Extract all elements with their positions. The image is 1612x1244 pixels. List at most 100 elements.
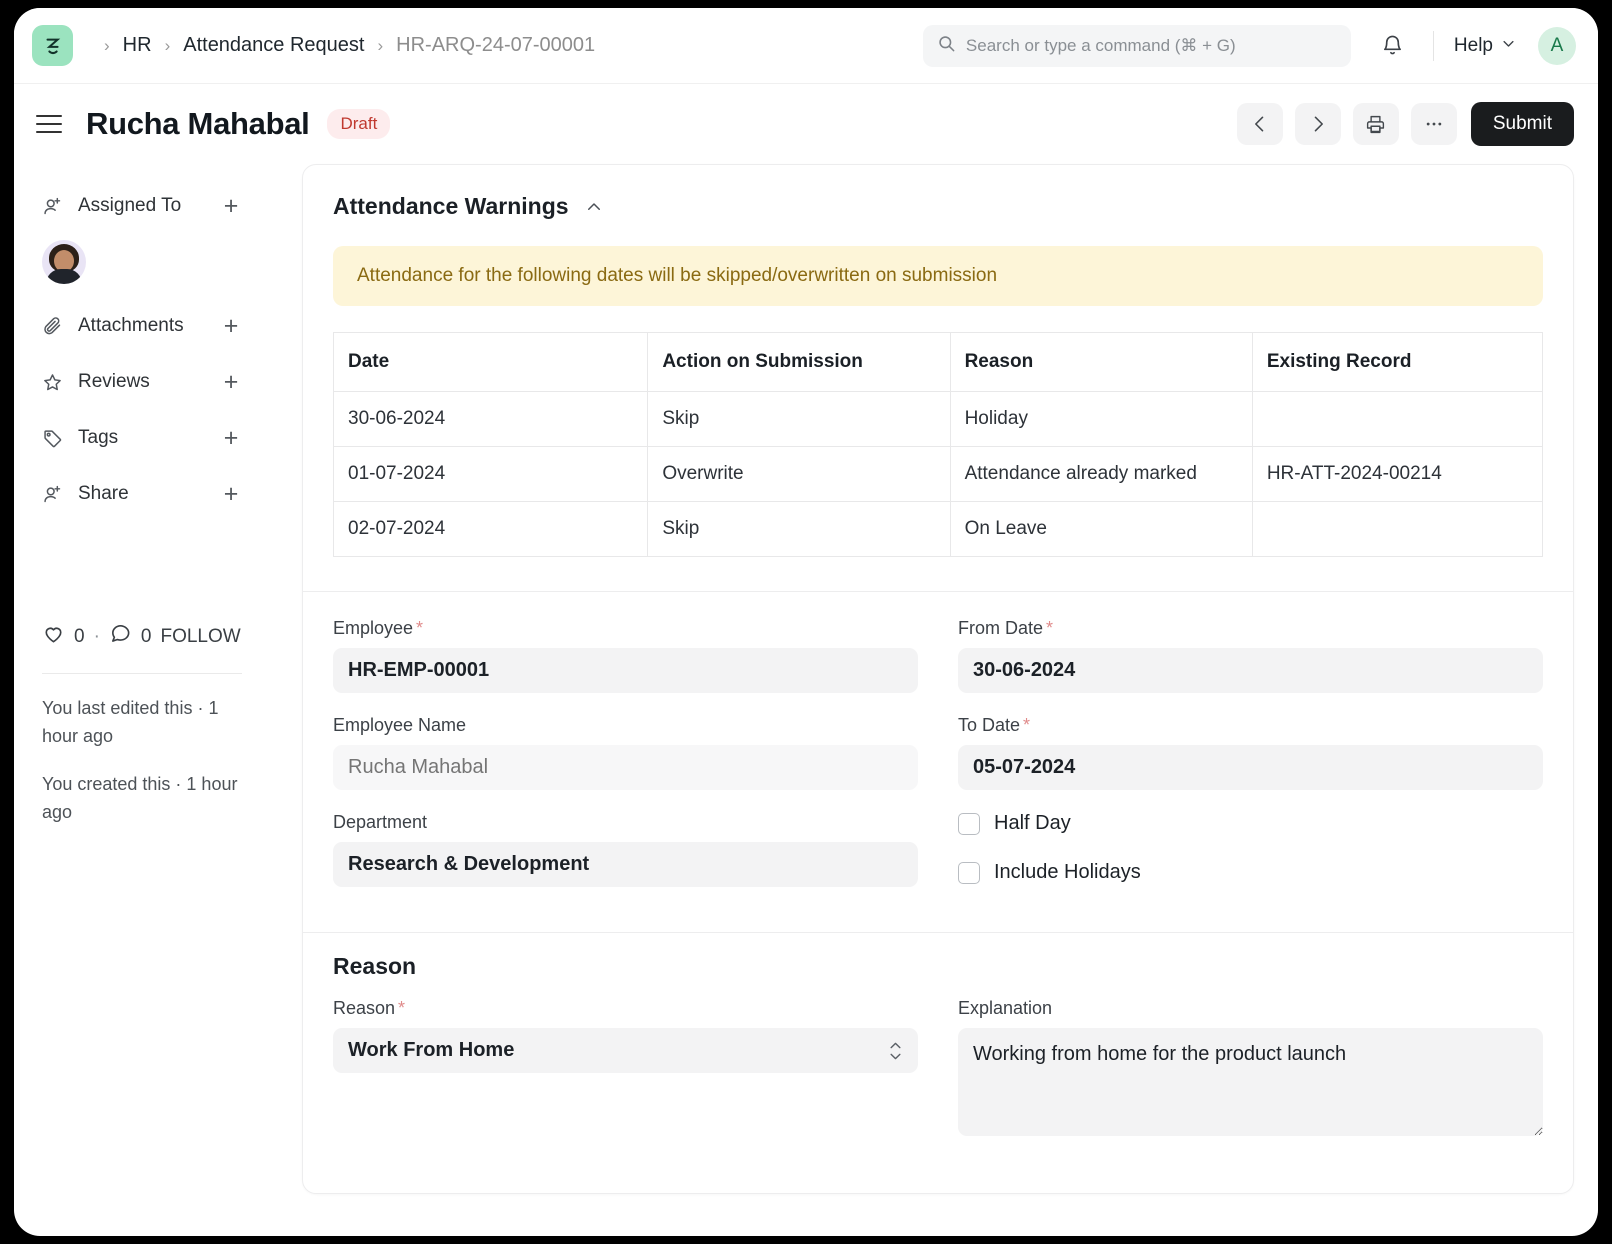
hamburger-icon[interactable]	[36, 107, 70, 141]
add-assignee-button[interactable]: +	[220, 194, 242, 219]
breadcrumb-item-current: HR-ARQ-24-07-00001	[396, 34, 595, 57]
ellipsis-icon	[1424, 114, 1444, 134]
label-text: Reason	[333, 998, 395, 1018]
cell-reason: Attendance already marked	[950, 447, 1252, 502]
sidebar-item-tags[interactable]: Tags +	[42, 410, 242, 466]
reason-select-wrapper[interactable]	[333, 1028, 918, 1073]
star-icon	[42, 372, 66, 393]
employee-name-field[interactable]	[333, 745, 918, 790]
label-employee: Employee*	[333, 618, 918, 639]
from-date-field[interactable]	[958, 648, 1543, 693]
follow-button[interactable]: FOLLOW	[160, 626, 240, 648]
field-include-holidays[interactable]: Include Holidays	[958, 861, 1543, 884]
page-title: Rucha Mahabal	[86, 106, 309, 142]
chevron-up-icon[interactable]	[585, 198, 603, 216]
sidebar-item-reviews[interactable]: Reviews +	[42, 354, 242, 410]
department-field[interactable]	[333, 842, 918, 887]
prev-document-button[interactable]	[1237, 103, 1283, 145]
label-department: Department	[333, 812, 918, 833]
comment-count: 0	[141, 626, 152, 648]
add-tag-button[interactable]: +	[220, 426, 242, 451]
sidebar-item-attachments[interactable]: Attachments +	[42, 298, 242, 354]
tag-icon	[42, 428, 66, 449]
cell-existing-record: HR-ATT-2024-00214	[1252, 447, 1542, 502]
attendance-warnings-header[interactable]: Attendance Warnings	[333, 193, 1543, 220]
sidebar-item-label: Reviews	[78, 371, 220, 393]
comment-icon[interactable]	[109, 622, 132, 651]
to-date-field[interactable]	[958, 745, 1543, 790]
table-header-row: Date Action on Submission Reason Existin…	[334, 333, 1543, 392]
print-button[interactable]	[1353, 103, 1399, 145]
label-explanation: Explanation	[958, 998, 1543, 1019]
reason-select[interactable]	[333, 1028, 918, 1073]
breadcrumb-item-hr[interactable]: HR	[123, 34, 152, 57]
field-department: Department	[333, 812, 918, 887]
label-text: From Date	[958, 618, 1043, 638]
cell-existing-record	[1252, 502, 1542, 557]
sidebar: Assigned To + Attachments +	[14, 164, 284, 1194]
bell-icon[interactable]	[1373, 26, 1413, 66]
column-header-action: Action on Submission	[648, 333, 950, 392]
field-from-date: From Date*	[958, 618, 1543, 693]
sidebar-item-label: Assigned To	[78, 195, 220, 217]
cell-date: 02-07-2024	[334, 502, 648, 557]
like-count: 0	[74, 626, 85, 648]
more-actions-button[interactable]	[1411, 103, 1457, 145]
avatar[interactable]: A	[1538, 27, 1576, 65]
hamburger-bar	[36, 123, 62, 125]
add-share-button[interactable]: +	[220, 482, 242, 507]
status-badge: Draft	[327, 109, 390, 139]
include-holidays-label: Include Holidays	[994, 861, 1141, 884]
search-icon	[937, 34, 956, 58]
heart-icon[interactable]	[42, 622, 65, 651]
chevron-updown-icon[interactable]	[889, 1041, 902, 1060]
sidebar-item-share[interactable]: Share +	[42, 466, 242, 522]
add-review-button[interactable]: +	[220, 370, 242, 395]
help-menu-button[interactable]: Help	[1446, 29, 1524, 63]
required-marker: *	[1046, 618, 1053, 638]
cell-existing-record	[1252, 392, 1542, 447]
explanation-textarea[interactable]	[958, 1028, 1543, 1136]
form-column-right: From Date* To Date* Half Day	[958, 618, 1543, 910]
table-row: 01-07-2024 Overwrite Attendance already …	[334, 447, 1543, 502]
column-header-date: Date	[334, 333, 648, 392]
breadcrumb-separator: ›	[364, 37, 396, 54]
label-from-date: From Date*	[958, 618, 1543, 639]
assignee-avatar[interactable]	[42, 240, 86, 284]
search-input[interactable]	[966, 36, 1337, 56]
include-holidays-checkbox[interactable]	[958, 862, 980, 884]
breadcrumb-separator: ›	[91, 37, 123, 54]
add-attachment-button[interactable]: +	[220, 314, 242, 339]
user-plus-icon	[42, 196, 66, 217]
sidebar-divider	[42, 673, 242, 674]
breadcrumb-item-attendance-request[interactable]: Attendance Request	[183, 34, 364, 57]
employee-field[interactable]	[333, 648, 918, 693]
form-column-left: Employee* Employee Name Department	[333, 618, 918, 910]
label-text: Employee	[333, 618, 413, 638]
help-label: Help	[1454, 35, 1493, 57]
search-box[interactable]	[923, 25, 1351, 67]
sidebar-item-assigned-to[interactable]: Assigned To +	[42, 178, 242, 234]
social-separator: ·	[94, 626, 100, 648]
chevron-right-icon	[1308, 114, 1328, 134]
app-window: › HR › Attendance Request › HR-ARQ-24-07…	[14, 8, 1598, 1236]
body-wrapper: Assigned To + Attachments +	[14, 164, 1598, 1194]
field-half-day[interactable]: Half Day	[958, 812, 1543, 835]
half-day-checkbox[interactable]	[958, 813, 980, 835]
printer-icon	[1365, 114, 1386, 135]
frappe-logo-icon[interactable]	[32, 25, 73, 66]
next-document-button[interactable]	[1295, 103, 1341, 145]
field-employee-name: Employee Name	[333, 715, 918, 790]
top-navbar: › HR › Attendance Request › HR-ARQ-24-07…	[14, 8, 1598, 84]
required-marker: *	[416, 618, 423, 638]
user-plus-icon	[42, 484, 66, 505]
label-to-date: To Date*	[958, 715, 1543, 736]
required-marker: *	[398, 998, 405, 1018]
social-row: 0 · 0 FOLLOW	[42, 622, 284, 651]
created-meta: You created this · 1 hour ago	[42, 770, 247, 826]
table-row: 30-06-2024 Skip Holiday	[334, 392, 1543, 447]
table-row: 02-07-2024 Skip On Leave	[334, 502, 1543, 557]
cell-action: Skip	[648, 502, 950, 557]
submit-button[interactable]: Submit	[1471, 102, 1574, 146]
warning-alert: Attendance for the following dates will …	[333, 246, 1543, 306]
